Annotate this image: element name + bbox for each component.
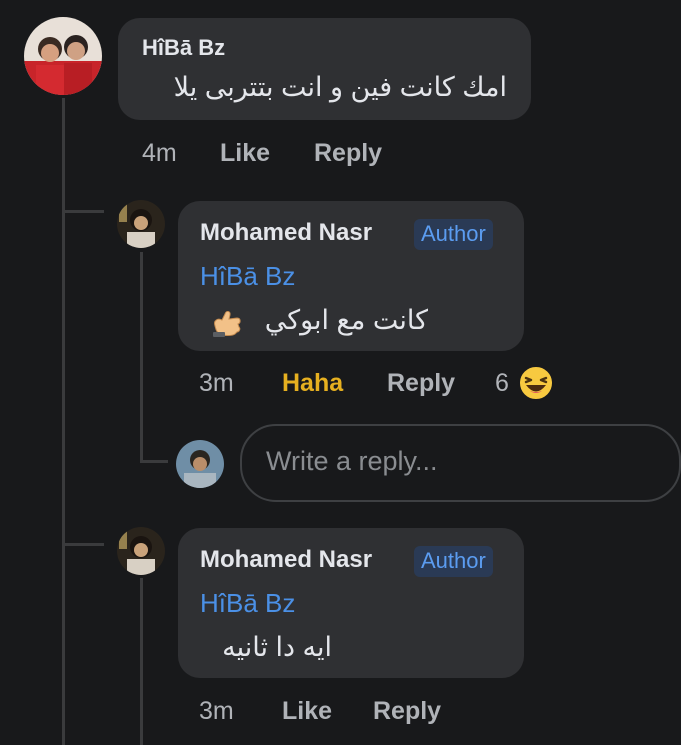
reply-button[interactable]: Reply xyxy=(314,139,382,168)
like-button[interactable]: Like xyxy=(220,139,270,168)
avatar-image xyxy=(117,527,165,575)
thread-line-reply-2 xyxy=(140,578,143,745)
avatar[interactable] xyxy=(117,527,165,575)
reply-timestamp[interactable]: 3m xyxy=(199,369,234,398)
reply-button[interactable]: Reply xyxy=(387,369,455,398)
comment-bubble: HîBā Bz امك كانت فين و انت بتتربى يلا xyxy=(118,18,531,120)
reply-bubble: Mohamed Nasr Author HîBā Bz ايه دا ثانيه xyxy=(178,528,524,678)
avatar-image xyxy=(24,17,102,95)
comment-timestamp[interactable]: 4m xyxy=(142,139,177,168)
thread-line-main xyxy=(62,98,65,745)
current-user-avatar xyxy=(176,440,224,488)
comment-thread: HîBā Bz امك كانت فين و انت بتتربى يلا 4m… xyxy=(0,0,681,745)
call-me-hand-icon xyxy=(210,306,244,338)
thread-branch-1 xyxy=(62,210,104,213)
reaction-count[interactable]: 6 xyxy=(495,369,509,398)
avatar[interactable] xyxy=(24,17,102,95)
thread-branch-input xyxy=(140,460,168,463)
avatar-image xyxy=(117,200,165,248)
reply-author[interactable]: Mohamed Nasr xyxy=(200,219,372,247)
haha-reaction-icon[interactable] xyxy=(517,364,555,402)
reply-text: ايه دا ثانيه xyxy=(222,632,332,662)
haha-button[interactable]: Haha xyxy=(282,369,343,398)
avatar[interactable] xyxy=(117,200,165,248)
reply-input[interactable]: Write a reply... xyxy=(240,424,681,502)
author-badge: Author xyxy=(414,219,493,250)
reply-button[interactable]: Reply xyxy=(373,697,441,726)
reply-bubble: Mohamed Nasr Author HîBā Bz كانت مع ابوك… xyxy=(178,201,524,351)
thread-line-reply-1 xyxy=(140,252,143,460)
thread-branch-2 xyxy=(62,543,104,546)
reply-text: كانت مع ابوكي xyxy=(264,305,428,335)
mention-link[interactable]: HîBā Bz xyxy=(200,588,295,619)
comment-author[interactable]: HîBā Bz xyxy=(142,35,225,61)
reply-timestamp[interactable]: 3m xyxy=(199,697,234,726)
comment-text: امك كانت فين و انت بتتربى يلا xyxy=(173,72,507,102)
reply-author[interactable]: Mohamed Nasr xyxy=(200,546,372,574)
avatar-image xyxy=(176,440,224,488)
like-button[interactable]: Like xyxy=(282,697,332,726)
author-badge: Author xyxy=(414,546,493,577)
mention-link[interactable]: HîBā Bz xyxy=(200,261,295,292)
reply-input-placeholder: Write a reply... xyxy=(266,446,438,476)
